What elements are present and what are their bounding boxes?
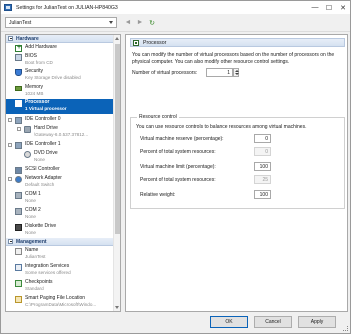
limit-percent-label: Percent of total system resources: xyxy=(140,177,216,183)
processor-icon xyxy=(133,39,139,46)
resource-description: You can use resource controls to balance… xyxy=(136,124,307,130)
limit-percent-value: 25 xyxy=(254,175,271,184)
memory-icon xyxy=(15,86,22,91)
hard-drive-icon xyxy=(24,126,31,133)
tree-item-memory[interactable]: Memory 1024 MB xyxy=(6,84,114,98)
tree-item-network-adapter[interactable]: Network Adapter Default Switch xyxy=(6,175,114,189)
tree-item-bios[interactable]: BIOS Boot from CD xyxy=(6,53,114,67)
tree-item-security[interactable]: Security Key Storage Drive disabled xyxy=(6,68,114,82)
settings-tree: Hardware Add Hardware BIOS Boot from CD … xyxy=(5,34,121,312)
resource-control-title: Resource control xyxy=(137,114,179,120)
close-button[interactable]: ✕ xyxy=(336,1,350,14)
maximize-button[interactable]: ☐ xyxy=(322,1,336,14)
cancel-button[interactable]: Cancel xyxy=(254,316,292,328)
limit-label: Virtual machine limit (percentage): xyxy=(140,164,216,170)
chevron-down-icon xyxy=(109,21,113,24)
panel-header: Processor xyxy=(130,38,345,47)
resize-grip-icon[interactable] xyxy=(343,326,348,331)
reserve-input[interactable]: 0 xyxy=(254,134,271,143)
tree-item-dvd-drive[interactable]: DVD Drive None xyxy=(6,150,114,164)
reserve-label: Virtual machine reserve (percentage): xyxy=(140,136,224,142)
tree-item-ide-controller-0[interactable]: IDE Controller 0 xyxy=(6,116,114,124)
reserve-percent-label: Percent of total system resources: xyxy=(140,149,216,155)
vm-selector-value: JulianTest xyxy=(9,19,32,26)
bios-icon xyxy=(15,54,22,61)
diskette-drive-icon xyxy=(15,224,22,231)
stepper-down-icon[interactable] xyxy=(234,73,239,75)
hyper-v-settings-icon xyxy=(4,4,12,11)
panel-title: Processor xyxy=(143,39,167,46)
minimize-button[interactable]: — xyxy=(308,1,322,14)
ide-controller-icon xyxy=(15,117,22,124)
integration-services-icon xyxy=(15,264,22,271)
tree-item-com-1[interactable]: COM 1 None xyxy=(6,191,114,205)
virtual-processors-input[interactable]: 1 xyxy=(206,68,233,77)
back-button[interactable]: ◄ xyxy=(123,17,133,28)
refresh-button[interactable]: ↻ xyxy=(147,17,157,28)
smart-paging-icon xyxy=(15,296,22,303)
ide-controller-icon xyxy=(15,142,22,149)
scsi-controller-icon xyxy=(15,167,22,174)
checkpoints-icon xyxy=(15,280,22,287)
resource-control-group: Resource control You can use resource co… xyxy=(130,114,345,209)
limit-input[interactable]: 100 xyxy=(254,162,271,171)
collapse-icon[interactable] xyxy=(8,143,12,147)
add-hardware-icon xyxy=(15,44,22,52)
tree-scrollbar[interactable] xyxy=(113,35,120,311)
processor-icon xyxy=(15,100,22,107)
tree-item-processor[interactable]: Processor 1 Virtual processor xyxy=(6,99,114,114)
title-bar[interactable]: Settings for JulianTest on JULIAN-HP840G… xyxy=(1,1,350,14)
forward-button[interactable]: ► xyxy=(135,17,145,28)
apply-button[interactable]: Apply xyxy=(298,316,336,328)
collapse-icon[interactable] xyxy=(8,118,12,122)
expand-icon[interactable] xyxy=(8,177,12,181)
reserve-percent-value: 0 xyxy=(254,147,271,156)
com-port-icon xyxy=(15,192,22,199)
virtual-processors-stepper[interactable] xyxy=(233,68,239,77)
toolbar: JulianTest ◄ ► ↻ xyxy=(1,14,350,32)
network-adapter-icon xyxy=(15,176,22,183)
processor-settings-panel: Processor You can modify the number of v… xyxy=(125,34,348,312)
hardware-section-header[interactable]: Hardware xyxy=(6,35,114,43)
name-icon xyxy=(15,248,22,255)
scrollbar-thumb[interactable] xyxy=(115,44,120,234)
dvd-drive-icon xyxy=(24,151,31,158)
collapse-icon[interactable] xyxy=(8,36,13,41)
tree-item-smart-paging[interactable]: Smart Paging File Location C:\ProgramDat… xyxy=(6,295,114,309)
ok-button[interactable]: OK xyxy=(210,316,248,328)
com-port-icon xyxy=(15,208,22,215)
vproc-label: Number of virtual processors: xyxy=(132,70,198,76)
tree-item-name[interactable]: Name JulianTest xyxy=(6,247,114,261)
collapse-icon[interactable] xyxy=(8,239,13,244)
tree-item-checkpoints[interactable]: Checkpoints Standard xyxy=(6,279,114,293)
stepper-up-icon[interactable] xyxy=(234,70,239,72)
tree-item-add-hardware[interactable]: Add Hardware xyxy=(6,44,114,52)
management-section-header[interactable]: Management xyxy=(6,238,114,246)
tree-item-hard-drive[interactable]: Hard Drive \Gateway-6.0.537.37812... xyxy=(6,125,114,139)
scroll-up-icon[interactable] xyxy=(115,37,119,40)
relative-weight-label: Relative weight: xyxy=(140,192,176,198)
window-title: Settings for JulianTest on JULIAN-HP840G… xyxy=(16,4,118,11)
tree-item-diskette-drive[interactable]: Diskette Drive None xyxy=(6,223,114,237)
tree-item-ide-controller-1[interactable]: IDE Controller 1 xyxy=(6,141,114,149)
relative-weight-input[interactable]: 100 xyxy=(254,190,271,199)
vm-selector-dropdown[interactable]: JulianTest xyxy=(5,17,117,28)
tree-item-scsi-controller[interactable]: SCSI Controller xyxy=(6,166,114,174)
tree-item-integration-services[interactable]: Integration Services Some services offer… xyxy=(6,263,114,277)
scroll-down-icon[interactable] xyxy=(115,306,119,309)
expand-icon[interactable] xyxy=(17,127,21,131)
settings-window: Settings for JulianTest on JULIAN-HP840G… xyxy=(0,0,351,334)
panel-description: You can modify the number of virtual pro… xyxy=(132,52,335,65)
shield-icon xyxy=(15,69,22,76)
tree-item-com-2[interactable]: COM 2 None xyxy=(6,207,114,221)
